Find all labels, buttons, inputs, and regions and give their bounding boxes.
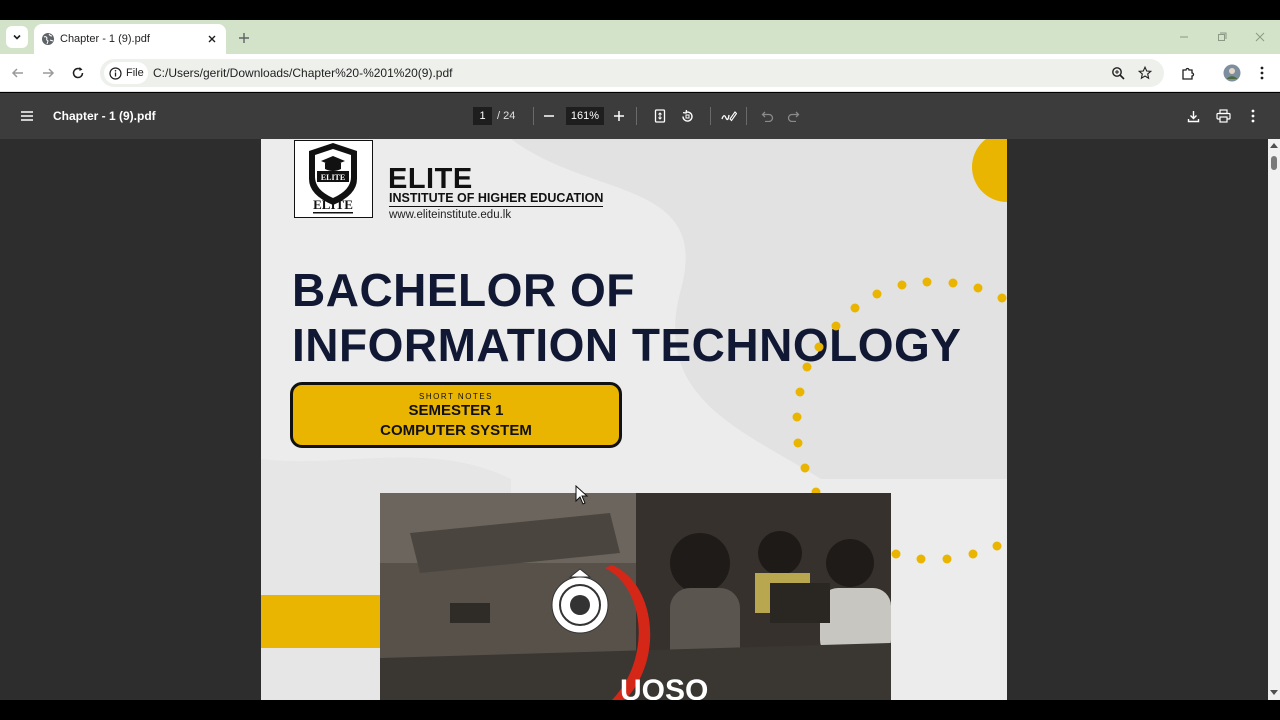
browser-window: Chapter - 1 (9).pdf File C:/Users/gerit/… <box>0 0 1280 720</box>
brand-url: www.eliteinstitute.edu.lk <box>389 209 512 221</box>
badge-small-label: SHORT NOTES <box>419 392 493 401</box>
close-icon <box>1255 32 1265 42</box>
browser-toolbar: File C:/Users/gerit/Downloads/Chapter%20… <box>0 54 1280 92</box>
heading-line-1: BACHELOR OF <box>292 264 635 316</box>
classroom-photo-image: UOSO <box>380 493 891 700</box>
minus-icon <box>544 115 554 117</box>
scroll-up-arrow-icon[interactable] <box>1270 142 1278 148</box>
logo-crest-text: ELITE <box>321 173 345 182</box>
forward-button[interactable] <box>38 63 58 83</box>
site-info-chip[interactable]: File <box>104 62 148 84</box>
course-badge: SHORT NOTES SEMESTER 1 COMPUTER SYSTEM <box>290 382 622 448</box>
new-tab-button[interactable] <box>234 28 254 48</box>
fit-page-icon <box>654 109 666 123</box>
plus-icon <box>239 33 249 43</box>
more-vert-icon <box>1251 109 1255 123</box>
close-window-button[interactable] <box>1250 28 1270 46</box>
toolbar-divider <box>533 107 534 125</box>
browser-menu-button[interactable] <box>1252 63 1272 83</box>
brand-subtitle: INSTITUTE OF HIGHER EDUCATION <box>389 191 604 207</box>
redo-icon <box>787 111 799 122</box>
avatar-icon <box>1223 64 1241 82</box>
minimize-button[interactable] <box>1174 28 1194 46</box>
rotate-button[interactable] <box>677 106 697 126</box>
pdf-title: Chapter - 1 (9).pdf <box>53 109 156 123</box>
reload-icon <box>72 67 84 79</box>
undo-button[interactable] <box>757 106 777 126</box>
print-button[interactable] <box>1213 106 1233 126</box>
pdf-page: ELITE ELITE ELITE INSTITUTE OF HIGHER ED… <box>261 139 1007 700</box>
puzzle-icon <box>1181 67 1194 80</box>
site-info-label: File <box>126 67 144 79</box>
chevron-down-icon <box>13 34 21 40</box>
scroll-down-arrow-icon[interactable] <box>1270 690 1278 696</box>
pen-icon <box>721 111 737 122</box>
shield-crest-icon: ELITE ELITE <box>309 143 357 214</box>
tab-title: Chapter - 1 (9).pdf <box>60 33 150 45</box>
pdf-toolbar: Chapter - 1 (9).pdf 1 / 24 161% <box>0 93 1280 139</box>
redo-button[interactable] <box>783 106 803 126</box>
toolbar-divider <box>636 107 637 125</box>
profile-avatar[interactable] <box>1222 63 1242 83</box>
undo-icon <box>761 111 773 122</box>
zoom-indicator-button[interactable] <box>1108 63 1128 83</box>
close-icon <box>208 35 216 43</box>
menu-icon <box>21 111 33 121</box>
mouse-cursor-icon <box>575 485 589 505</box>
info-icon <box>109 66 122 80</box>
arrow-left-icon <box>11 68 23 78</box>
institute-logo: ELITE ELITE <box>294 140 373 218</box>
tab-strip: Chapter - 1 (9).pdf <box>0 20 1280 54</box>
bookmark-button[interactable] <box>1135 63 1155 83</box>
zoom-icon <box>1112 67 1125 80</box>
print-icon <box>1215 109 1231 123</box>
star-icon <box>1138 66 1152 80</box>
extensions-button[interactable] <box>1178 63 1198 83</box>
badge-semester: SEMESTER 1 <box>408 402 504 419</box>
restore-icon <box>1218 32 1227 41</box>
tab-close-button[interactable] <box>204 31 220 47</box>
arrow-right-icon <box>43 68 55 78</box>
scroll-thumb[interactable] <box>1271 156 1277 170</box>
page-total: / 24 <box>497 110 516 122</box>
fit-page-button[interactable] <box>650 106 670 126</box>
zoom-in-button[interactable] <box>609 106 629 126</box>
toolbar-divider <box>710 107 711 125</box>
pdf-viewer[interactable]: ELITE ELITE ELITE INSTITUTE OF HIGHER ED… <box>0 139 1268 700</box>
tab-active[interactable]: Chapter - 1 (9).pdf <box>34 24 226 54</box>
sidebar-toggle-button[interactable] <box>17 106 37 126</box>
globe-icon <box>42 33 54 45</box>
zoom-out-button[interactable] <box>539 106 559 126</box>
annotate-button[interactable] <box>719 106 739 126</box>
logo-wordmark: ELITE <box>313 197 353 212</box>
address-bar[interactable]: File C:/Users/gerit/Downloads/Chapter%20… <box>100 59 1164 87</box>
pdf-more-button[interactable] <box>1243 106 1263 126</box>
badge-subject: COMPUTER SYSTEM <box>380 422 532 439</box>
tab-search-button[interactable] <box>6 26 28 48</box>
download-button[interactable] <box>1183 106 1203 126</box>
reload-button[interactable] <box>68 63 88 83</box>
restore-button[interactable] <box>1212 28 1232 46</box>
url-text[interactable]: C:/Users/gerit/Downloads/Chapter%20-%201… <box>153 66 452 80</box>
back-button[interactable] <box>8 63 28 83</box>
plus-icon <box>614 111 624 121</box>
minimize-icon <box>1180 36 1188 38</box>
photo-caption-text: UOSO <box>620 674 708 700</box>
download-icon <box>1187 110 1199 122</box>
toolbar-divider <box>746 107 747 125</box>
page-number-input[interactable]: 1 <box>473 107 492 125</box>
rotate-icon <box>681 109 693 122</box>
more-vert-icon <box>1260 66 1264 80</box>
classroom-photo: UOSO <box>380 493 891 700</box>
zoom-level-input[interactable]: 161% <box>566 107 604 125</box>
vertical-scrollbar[interactable] <box>1268 139 1280 700</box>
